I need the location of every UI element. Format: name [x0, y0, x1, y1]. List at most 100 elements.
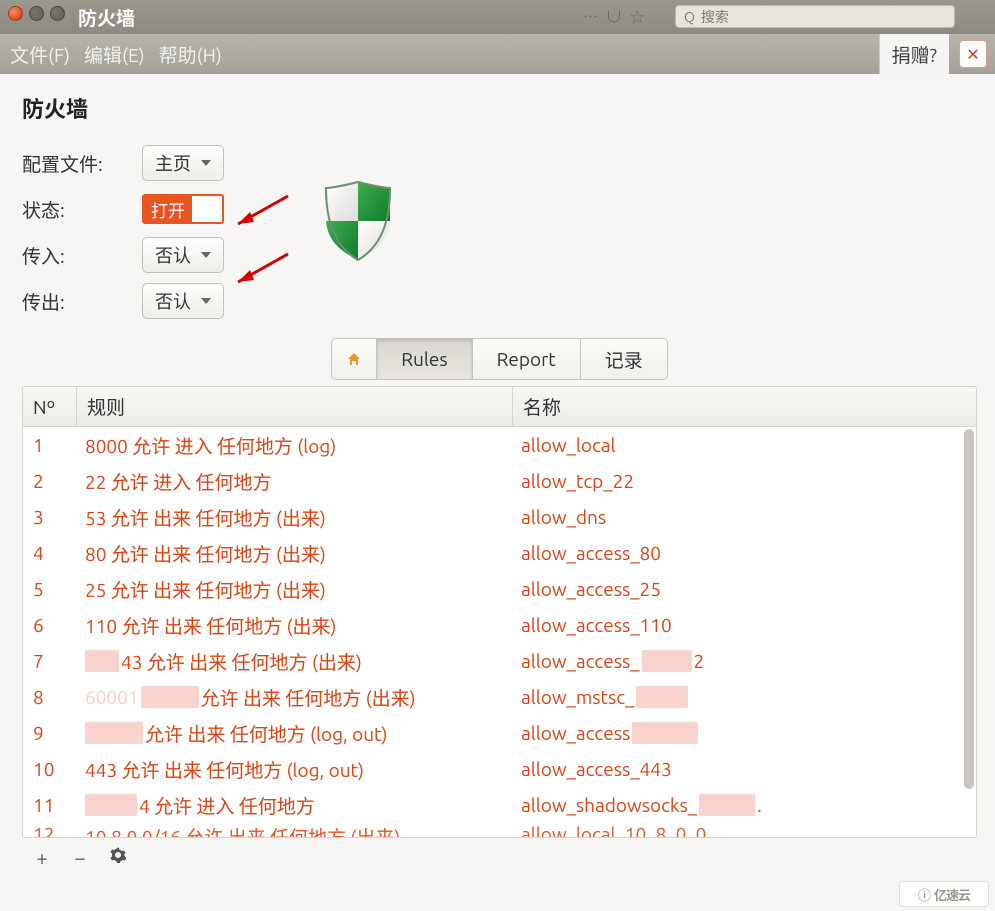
- table-row[interactable]: 480 允许 出来 任何地方 (出来)allow_access_80: [23, 535, 976, 571]
- tab-log[interactable]: 记录: [581, 339, 667, 379]
- profile-dropdown[interactable]: 主页: [142, 145, 224, 181]
- cell-rule: 53 允许 出来 任何地方 (出来): [77, 504, 513, 531]
- redacted: [642, 650, 692, 672]
- cell-number: 8: [23, 686, 77, 708]
- search-box[interactable]: Q 搜索: [675, 5, 955, 28]
- gear-icon: [110, 847, 126, 863]
- toggle-knob: [192, 196, 222, 222]
- close-button[interactable]: ✕: [959, 40, 987, 68]
- cell-name: allow_access_25: [513, 578, 976, 600]
- add-rule-button[interactable]: +: [32, 846, 52, 869]
- search-placeholder: 搜索: [701, 7, 729, 27]
- redacted: [141, 686, 199, 708]
- table-row[interactable]: 114 允许 进入 任何地方allow_shadowsocks_.: [23, 787, 976, 823]
- watermark: ⓘ 亿速云: [899, 881, 989, 907]
- profile-value: 主页: [155, 150, 191, 176]
- redacted: [699, 794, 755, 816]
- profile-label: 配置文件:: [22, 150, 142, 177]
- tab-group: Rules Report 记录: [331, 338, 668, 380]
- cell-name: allow_local_10_8_0_0: [513, 823, 976, 837]
- table-row[interactable]: 1210.8.0.0/16 允许 出来 任何地方 (出来)allow_local…: [23, 823, 976, 837]
- tabbar: Rules Report 记录: [22, 338, 977, 380]
- cell-name: allow_access_110: [513, 614, 976, 636]
- cell-number: 1: [23, 434, 77, 456]
- outgoing-dropdown[interactable]: 否认: [142, 283, 224, 319]
- column-name[interactable]: 名称: [513, 387, 976, 426]
- tab-home[interactable]: [332, 339, 377, 379]
- tab-rules[interactable]: Rules: [377, 339, 472, 379]
- redacted: [85, 650, 119, 672]
- cell-number: 12: [23, 823, 77, 837]
- table-row[interactable]: 353 允许 出来 任何地方 (出来)allow_dns: [23, 499, 976, 535]
- table-row[interactable]: 9 允许 出来 任何地方 (log, out)allow_access: [23, 715, 976, 751]
- cell-number: 4: [23, 542, 77, 564]
- scrollbar-thumb[interactable]: [964, 429, 974, 789]
- incoming-row: 传入: 否认: [22, 232, 977, 278]
- incoming-dropdown[interactable]: 否认: [142, 237, 224, 273]
- cell-number: 5: [23, 578, 77, 600]
- dots-icon[interactable]: ⋯: [583, 6, 598, 27]
- settings-button[interactable]: [108, 847, 128, 867]
- cell-name: allow_dns: [513, 506, 976, 528]
- close-window-icon[interactable]: [8, 6, 23, 21]
- cell-rule: 允许 出来 任何地方 (log, out): [77, 720, 513, 747]
- close-icon: ✕: [966, 45, 979, 64]
- rules-table: Nº 规则 名称 18000 允许 进入 任何地方 (log)allow_loc…: [22, 386, 977, 838]
- column-rule[interactable]: 规则: [77, 387, 513, 426]
- shield-icon: [320, 178, 396, 270]
- cell-number: 9: [23, 722, 77, 744]
- page-title: 防火墙: [22, 92, 977, 124]
- column-number[interactable]: Nº: [23, 387, 77, 426]
- cell-rule: 22 允许 进入 任何地方: [77, 468, 513, 495]
- redacted: [85, 722, 143, 744]
- table-body[interactable]: 18000 允许 进入 任何地方 (log)allow_local222 允许 …: [23, 427, 976, 837]
- table-row[interactable]: 222 允许 进入 任何地方allow_tcp_22: [23, 463, 976, 499]
- status-toggle[interactable]: 打开: [142, 194, 224, 224]
- watermark-text: 亿速云: [934, 885, 970, 904]
- cell-name: allow_local: [513, 434, 976, 456]
- chevron-down-icon: [201, 298, 211, 304]
- maximize-window-icon[interactable]: [50, 6, 65, 21]
- profile-row: 配置文件: 主页: [22, 140, 977, 186]
- cell-rule: 80 允许 出来 任何地方 (出来): [77, 540, 513, 567]
- cell-name: allow_shadowsocks_.: [513, 794, 976, 816]
- cell-number: 2: [23, 470, 77, 492]
- scrollbar[interactable]: [964, 429, 974, 829]
- tab-report[interactable]: Report: [473, 339, 581, 379]
- table-row[interactable]: 6110 允许 出来 任何地方 (出来)allow_access_110: [23, 607, 976, 643]
- remove-rule-button[interactable]: −: [70, 846, 90, 869]
- incoming-value: 否认: [155, 242, 191, 268]
- menu-help[interactable]: 帮助(H): [159, 41, 222, 68]
- cell-rule: 25 允许 出来 任何地方 (出来): [77, 576, 513, 603]
- cell-name: allow_mstsc_: [513, 686, 976, 708]
- donate-button[interactable]: 捐赠?: [879, 34, 949, 74]
- table-row[interactable]: 860001 允许 出来 任何地方 (出来)allow_mstsc_: [23, 679, 976, 715]
- cell-name: allow_access_80: [513, 542, 976, 564]
- pocket-icon[interactable]: [608, 11, 620, 22]
- incoming-label: 传入:: [22, 242, 142, 269]
- annotation-arrow: [228, 250, 298, 294]
- minimize-window-icon[interactable]: [29, 6, 44, 21]
- outgoing-row: 传出: 否认: [22, 278, 977, 324]
- cell-name: allow_tcp_22: [513, 470, 976, 492]
- search-icon: Q: [684, 9, 695, 25]
- cell-rule: 10.8.0.0/16 允许 出来 任何地方 (出来): [77, 823, 513, 837]
- menu-edit[interactable]: 编辑(E): [84, 41, 145, 68]
- table-row[interactable]: 10443 允许 出来 任何地方 (log, out)allow_access_…: [23, 751, 976, 787]
- cell-rule: 4 允许 进入 任何地方: [77, 792, 513, 819]
- cell-number: 3: [23, 506, 77, 528]
- cell-rule: 110 允许 出来 任何地方 (出来): [77, 612, 513, 639]
- titlebar: 防火墙 ⋯ Q 搜索: [0, 0, 995, 34]
- cell-rule: 8000 允许 进入 任何地方 (log): [77, 432, 513, 459]
- cell-rule: 60001 允许 出来 任何地方 (出来): [77, 684, 513, 711]
- cell-number: 10: [23, 758, 77, 780]
- table-row[interactable]: 18000 允许 进入 任何地方 (log)allow_local: [23, 427, 976, 463]
- cell-name: allow_access: [513, 722, 976, 744]
- status-label: 状态:: [22, 196, 142, 223]
- star-icon[interactable]: [630, 6, 645, 27]
- outgoing-value: 否认: [155, 288, 191, 314]
- menu-file[interactable]: 文件(F): [10, 41, 70, 68]
- table-row[interactable]: 743 允许 出来 任何地方 (出来)allow_access_2: [23, 643, 976, 679]
- cell-number: 6: [23, 614, 77, 636]
- table-row[interactable]: 525 允许 出来 任何地方 (出来)allow_access_25: [23, 571, 976, 607]
